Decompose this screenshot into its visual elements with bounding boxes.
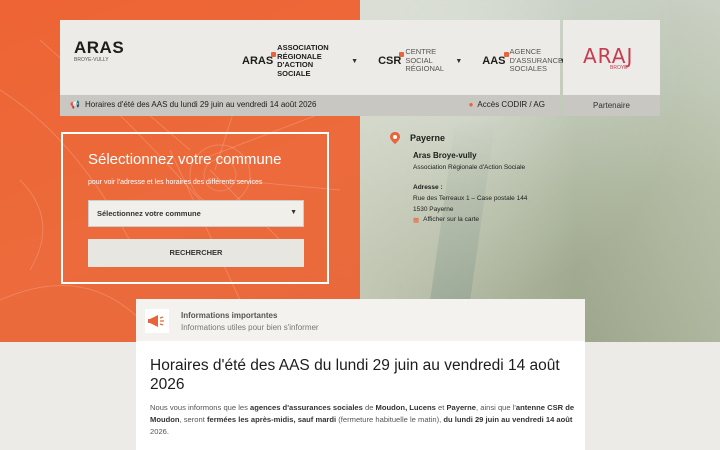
notice-text: Horaires d'été des AAS du lundi 29 juin … — [84, 100, 317, 109]
map-pin-icon — [390, 132, 400, 144]
nav-aras-label: Association Régionale d'Action Sociale — [277, 43, 329, 78]
nav-aras-abbr: ARAS — [242, 52, 277, 67]
city-name: Payerne — [410, 133, 446, 143]
address-line-2: 1530 Payerne — [413, 206, 454, 213]
location-city: Payerne — [390, 132, 445, 144]
info-title: Horaires d'été des AAS du lundi 29 juin … — [150, 357, 560, 393]
map-icon: ▦ — [413, 217, 420, 224]
logo-text: ARAS — [74, 38, 125, 57]
codir-text: Accès CODIR / AG — [477, 100, 545, 109]
chevron-down-icon: ▼ — [351, 57, 359, 65]
commune-select-value: Sélectionnez votre commune — [97, 209, 201, 218]
commune-title: Sélectionnez votre commune — [88, 151, 282, 168]
address-line-1: Rue des Terreaux 1 – Case postale 144 — [413, 195, 528, 202]
aras-logo[interactable]: ARAS BROYE-VULLY — [74, 38, 124, 63]
megaphone-icon: 📢 — [70, 100, 80, 109]
nav-item-aas[interactable]: AAS Agence d'Assurances Sociales ▼ — [482, 44, 569, 78]
notice-bar: 📢 Horaires d'été des AAS du lundi 29 jui… — [60, 95, 560, 116]
nav-item-csr[interactable]: CSR Centre Social Régional ▼ — [378, 44, 462, 78]
address-title: Adresse : — [413, 184, 443, 191]
site-header: ARAS BROYE-VULLY ARAS Association Région… — [60, 20, 568, 95]
partner-link[interactable]: Partenaire — [563, 95, 660, 116]
main-nav: ARAS Association Régionale d'Action Soci… — [242, 43, 569, 78]
map-link-text: Afficher sur la carte — [423, 216, 480, 223]
commune-selector-box: Sélectionnez votre commune pour voir l'a… — [61, 132, 329, 284]
megaphone-icon — [145, 309, 169, 333]
nav-item-aras[interactable]: ARAS Association Régionale d'Action Soci… — [242, 43, 359, 78]
partner-logo-box[interactable]: ARAJ BROYE — [563, 20, 660, 95]
commune-select[interactable]: Sélectionnez votre commune ▼ — [88, 200, 304, 227]
info-subheading: Informations utiles pour bien s'informer — [181, 323, 319, 332]
notice-link[interactable]: 📢 Horaires d'été des AAS du lundi 29 jui… — [70, 100, 316, 109]
chevron-down-icon: ▼ — [455, 57, 463, 65]
nav-aas-abbr: AAS — [482, 52, 509, 67]
info-card: Informations importantes Informations ut… — [136, 299, 585, 450]
nav-csr-label: Centre Social Régional — [405, 47, 445, 74]
araj-logo-sub: BROYE — [610, 65, 628, 71]
location-org-sub: Association Régionale d'Action Sociale — [413, 164, 526, 171]
nav-csr-abbr: CSR — [378, 52, 405, 67]
nav-aas-label: Agence d'Assurances Sociales — [509, 47, 569, 74]
commune-subtitle: pour voir l'adresse et les horaires des … — [88, 179, 263, 186]
info-body: Nous vous informons que les agences d'as… — [150, 403, 575, 436]
chevron-down-icon: ▼ — [290, 209, 297, 216]
info-heading: Informations importantes — [181, 311, 278, 320]
map-link[interactable]: ▦ Afficher sur la carte — [413, 216, 479, 224]
search-button[interactable]: RECHERCHER — [88, 239, 304, 267]
location-org: Aras Broye-vully — [413, 151, 477, 160]
user-icon: ● — [468, 100, 474, 109]
info-card-header: Informations importantes Informations ut… — [136, 299, 585, 341]
codir-link[interactable]: ● Accès CODIR / AG — [469, 100, 545, 109]
